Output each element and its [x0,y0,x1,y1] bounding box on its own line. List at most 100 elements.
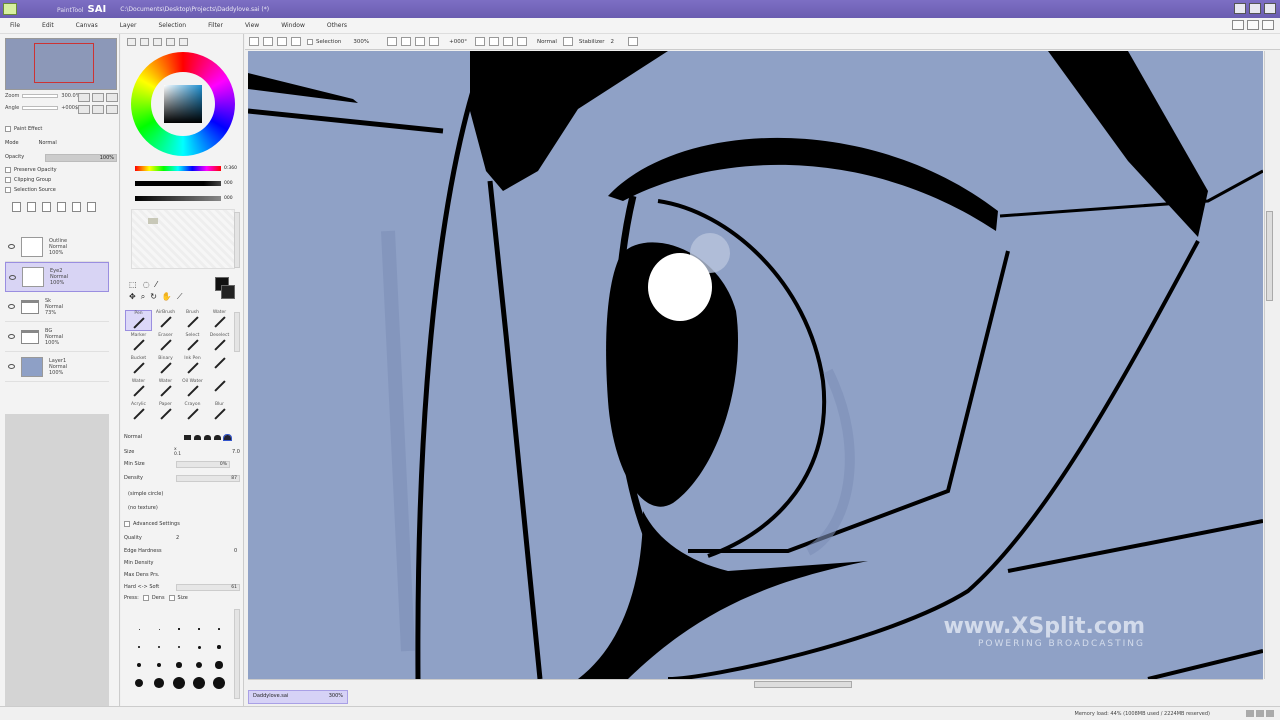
scratchpad-tab[interactable] [179,38,188,46]
brush-size-preset[interactable] [129,658,149,672]
navigator-view-frame[interactable] [34,43,94,83]
document-tab[interactable]: Daddylove.sai 300% [248,690,348,704]
selection-checkbox[interactable] [307,38,313,45]
tool-button[interactable] [206,356,233,377]
advanced-settings-checkbox[interactable] [124,521,130,527]
tool-button[interactable]: Select [179,333,206,354]
stabilizer-dropdown-icon[interactable] [628,37,638,46]
tool-scrollbar[interactable] [234,312,240,352]
press-density-checkbox[interactable] [142,595,149,601]
visibility-eye-icon[interactable] [8,304,15,309]
tool-button[interactable]: AirBrush [152,310,179,331]
delete-layer-icon[interactable] [87,202,96,212]
brush-size-preset[interactable] [169,622,189,636]
tool-button[interactable]: Paper [152,402,179,423]
swatch-color[interactable] [148,218,158,224]
min-size-slider[interactable]: 0% [176,460,230,468]
brush-size-preset[interactable] [169,640,189,654]
rotate-reset-button[interactable] [106,105,118,114]
selection-source-row[interactable]: Selection Source [5,187,56,193]
tool-button[interactable]: Brush [179,310,206,331]
eyedropper-tool-icon[interactable]: ⟋ [177,292,183,302]
brush-size-preset[interactable] [189,622,209,636]
preserve-opacity-row[interactable]: Preserve Opacity [5,167,57,173]
layer-row[interactable]: BG Normal 100% [5,322,109,352]
selection-source-checkbox[interactable] [5,187,11,193]
canvas-horizontal-scroll-thumb[interactable] [754,681,852,688]
quality-value[interactable]: 2 [176,535,179,541]
stabilizer-value[interactable]: 2 [611,39,615,45]
zoom-out-button[interactable] [78,93,90,102]
fit-view-icon[interactable] [415,37,426,46]
menu-file[interactable]: File [10,22,20,29]
tool-button[interactable]: Eraser [152,333,179,354]
toolbar-mode-value[interactable]: Normal [537,39,557,45]
actual-size-icon[interactable] [429,37,440,46]
toolbar-angle-value[interactable]: +000° [449,39,467,45]
tool-button[interactable]: Binary [152,356,179,377]
brush-size-scrollbar[interactable] [234,609,240,699]
zoom-in-button[interactable] [92,93,104,102]
move-tool-icon[interactable]: ✥ [129,292,136,302]
flip-horizontal-icon[interactable] [516,37,527,46]
saturation-value-square[interactable] [164,85,202,123]
show-selection-button[interactable] [291,37,301,46]
tool-button[interactable]: Ink Pen [179,356,206,377]
close-button[interactable] [1264,3,1276,14]
blend-mode-value[interactable]: Normal [39,140,57,146]
tool-button[interactable]: Oil Water [179,379,206,400]
new-layer-icon[interactable] [12,202,21,212]
brush-shape-flat-icon[interactable] [214,435,221,440]
brush-texture-row[interactable]: (no texture) [128,505,158,511]
brush-size-preset[interactable] [169,658,189,672]
density-slider[interactable]: 87 [176,474,240,482]
layer-row[interactable]: Layer1 Normal 100% [5,352,109,382]
rotate-right-button[interactable] [92,105,104,114]
canvas-vertical-scroll-thumb[interactable] [1266,211,1273,301]
swatch-area[interactable] [131,209,235,269]
deselect-button[interactable] [263,37,273,46]
rotate-tool-icon[interactable]: ↻ [150,292,157,302]
clipping-group-checkbox[interactable] [5,177,11,183]
tool-button[interactable]: Pen [125,310,152,331]
menu-edit[interactable]: Edit [42,22,54,29]
color-wheel[interactable] [131,52,235,156]
hue-slider[interactable] [135,166,221,171]
zoom-slider[interactable] [22,94,59,98]
tool-button[interactable]: Blur [206,402,233,423]
paint-effect-row[interactable]: Paint Effect [5,126,42,132]
brush-size-preset[interactable] [209,640,229,654]
edge-hardness-value[interactable]: 0 [234,548,237,554]
doc-close-button[interactable] [1262,20,1274,30]
lasso-tool-icon[interactable]: ◌ [143,280,150,289]
tool-button[interactable]: Water [152,379,179,400]
brush-size-preset[interactable] [149,658,169,672]
hsv-slider-tab[interactable] [153,38,162,46]
invert-selection-button[interactable] [277,37,287,46]
new-folder-icon[interactable] [42,202,51,212]
transfer-down-icon[interactable] [57,202,66,212]
menu-selection[interactable]: Selection [158,22,186,29]
mode-dropdown-icon[interactable] [562,37,573,46]
brush-shape-selected-icon[interactable] [223,434,232,441]
brush-size-preset[interactable] [209,622,229,636]
menu-canvas[interactable]: Canvas [76,22,98,29]
menu-filter[interactable]: Filter [208,22,223,29]
rotate-cw-icon[interactable] [488,37,499,46]
tool-button[interactable]: Crayon [179,402,206,423]
brush-shape-soft-icon[interactable] [204,435,211,440]
swatch-scrollbar[interactable] [234,212,240,268]
layer-row[interactable]: Eye2 Normal 100% [5,262,109,292]
layer-row[interactable]: Outline Normal 100% [5,232,109,262]
layer-row[interactable]: Sk Normal 73% [5,292,109,322]
magic-wand-icon[interactable]: ⁄ [156,280,157,289]
brush-shape-row[interactable]: (simple circle) [128,491,163,497]
brush-shape-round-icon[interactable] [194,435,201,440]
value-slider[interactable] [135,196,221,201]
rotate-reset-icon[interactable] [502,37,513,46]
new-linework-layer-icon[interactable] [27,202,36,212]
rotate-ccw-icon[interactable] [474,37,485,46]
brush-size-preset[interactable] [209,658,229,672]
visibility-eye-icon[interactable] [9,274,16,280]
minimize-button[interactable] [1234,3,1246,14]
